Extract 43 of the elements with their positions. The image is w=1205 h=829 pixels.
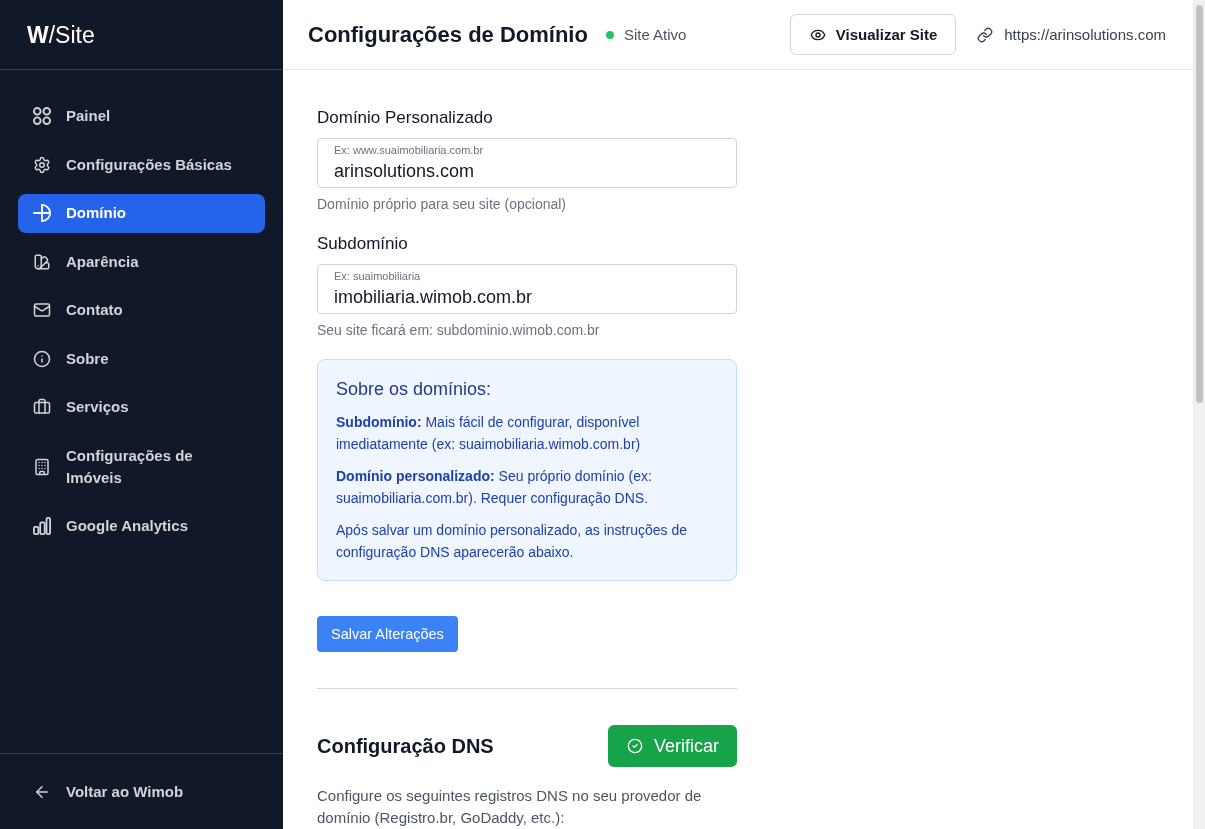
scrollbar[interactable] xyxy=(1193,0,1205,829)
site-link[interactable]: https://arinsolutions.com xyxy=(977,26,1166,43)
briefcase-icon xyxy=(33,398,51,416)
sidebar-item[interactable]: Google Analytics xyxy=(18,506,265,546)
info-text: Subdomínio: Mais fácil de configurar, disponível imediatamente (ex: suaimobiliaria.wimob.com.br) xyxy=(336,413,642,454)
sidebar-item[interactable]: Configurações Básicas xyxy=(18,145,265,184)
view-site-button[interactable]: Visualizar Site xyxy=(789,14,957,55)
field-hint: Ex: suaimobiliaria xyxy=(334,270,422,283)
link-icon xyxy=(977,26,994,43)
back-link[interactable]: Voltar ao Wimob xyxy=(18,772,265,811)
info-icon xyxy=(33,349,51,368)
check-circle-icon xyxy=(626,738,643,754)
field-label: Domínio Personalizado xyxy=(317,107,494,129)
four-circles-icon xyxy=(33,107,51,125)
swatch-book-icon xyxy=(33,252,51,271)
section-title: Configuração DNS xyxy=(317,734,494,758)
sidebar-item[interactable]: Domínio xyxy=(18,193,265,233)
help-text: Seu site ficará em: subdominio.wimob.com.br xyxy=(317,321,601,340)
building-icon xyxy=(33,457,51,476)
sidebar-item[interactable]: Sobre xyxy=(18,339,265,378)
mail-icon xyxy=(33,301,51,319)
sidebar-item[interactable]: Configurações de Imóveis xyxy=(18,436,265,497)
page-title: Configurações de Domínio xyxy=(308,21,588,48)
save-button[interactable]: Salvar Alterações xyxy=(317,616,458,652)
settings-icon xyxy=(33,155,51,174)
scrollbar-thumb[interactable] xyxy=(1196,5,1203,403)
input-field[interactable]: Ex: www.suaimobiliaria.com.br arinsolutions.com xyxy=(317,138,737,188)
dns-description: Configure os seguintes registros DNS no seu provedor de domínio (Registro.br, GoDaddy, etc.): xyxy=(317,786,703,828)
info-text: Domínio personalizado: Seu próprio domínio (ex: suaimobiliaria.com.br). Requer configuração DNS. xyxy=(336,467,653,508)
bar-chart-icon xyxy=(33,517,51,535)
field-hint: Ex: www.suaimobiliaria.com.br xyxy=(334,144,485,157)
logo: W/Site xyxy=(27,20,95,49)
half-circle-cross-icon xyxy=(33,204,51,222)
sidebar-item[interactable]: Contato xyxy=(18,290,265,330)
status-label: Site Ativo xyxy=(623,26,687,43)
input-field[interactable]: Ex: suaimobiliaria imobiliaria.wimob.com.br xyxy=(317,264,737,314)
field-label: Subdomínio xyxy=(317,233,409,255)
info-title: Sobre os domínios: xyxy=(336,378,493,401)
help-text: Domínio próprio para seu site (opcional) xyxy=(317,195,567,214)
sidebar-item[interactable]: Aparência xyxy=(18,242,265,281)
info-note: Após salvar um domínio personalizado, as instruções de configuração DNS aparecerão abaixo. xyxy=(336,521,688,562)
sidebar-item[interactable]: Painel xyxy=(18,96,265,136)
sidebar-item[interactable]: Serviços xyxy=(18,387,265,427)
